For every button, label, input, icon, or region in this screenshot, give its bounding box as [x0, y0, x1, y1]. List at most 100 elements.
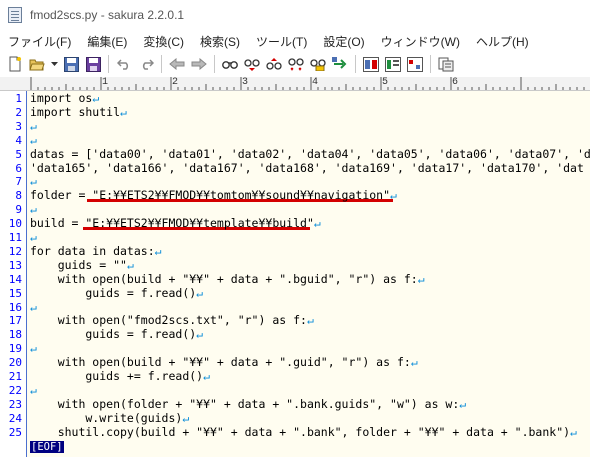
line-number: 23: [8, 397, 22, 411]
line-number: 8: [15, 189, 22, 203]
code-line: for data in datas:↵: [30, 243, 162, 259]
line-number: 25: [8, 425, 22, 439]
redo-icon[interactable]: [137, 55, 155, 73]
save-all-icon[interactable]: [84, 55, 102, 73]
line-number: 15: [8, 286, 22, 300]
jump-icon[interactable]: [331, 55, 349, 73]
toolbar-separator: [161, 55, 162, 73]
title-bar: fmod2scs.py - sakura 2.2.0.1: [0, 0, 590, 30]
toolbar-separator: [355, 55, 356, 73]
newline-mark-icon: ↵: [30, 132, 37, 147]
search-prev-icon[interactable]: [265, 55, 283, 73]
line-number: 18: [8, 328, 22, 342]
code-line: ↵: [30, 382, 37, 398]
menu-convert[interactable]: 変換(C): [135, 33, 192, 50]
line-number: 11: [8, 231, 22, 244]
line-number: 14: [8, 272, 22, 286]
menu-settings[interactable]: 設定(O): [315, 33, 372, 50]
search-icon[interactable]: [221, 55, 239, 73]
line-number: 3: [15, 119, 22, 133]
app-icon: [8, 7, 22, 23]
newline-mark-icon: ↵: [417, 271, 425, 286]
code-line: datas = ['data00', 'data01', 'data02', '…: [30, 146, 590, 162]
code-line: ↵: [30, 202, 37, 217]
newline-mark-icon: ↵: [203, 369, 211, 383]
ruler-label: 2: [172, 77, 179, 88]
code-text: guids += f.read(): [30, 369, 204, 383]
dropdown-arrow-icon[interactable]: [50, 55, 58, 73]
newline-mark-icon: ↵: [30, 230, 37, 244]
code-line: w.write(guids)↵: [30, 410, 189, 426]
line-number: 12: [8, 244, 22, 258]
newline-mark-icon: ↵: [126, 257, 134, 272]
outline-icon[interactable]: [384, 55, 402, 73]
grep-icon[interactable]: [309, 55, 327, 73]
code-line: folder = "E:¥¥ETS2¥¥FMOD¥¥tomtom¥¥sound¥…: [30, 188, 397, 203]
newline-mark-icon: ↵: [120, 104, 127, 119]
newline-mark-icon: ↵: [30, 341, 37, 356]
code-line: import shutil↵: [30, 104, 127, 120]
line-number: 7: [15, 175, 22, 189]
newline-mark-icon: ↵: [390, 188, 397, 203]
newline-mark-icon: ↵: [154, 243, 162, 258]
newline-mark-icon: ↵: [92, 91, 100, 105]
toolbar-separator: [430, 55, 431, 73]
code-text: for data in datas:: [30, 243, 155, 258]
code-line: ↵: [30, 230, 37, 245]
code-line: 'data165', 'data166', 'data167', 'data16…: [30, 161, 584, 176]
toolbar-separator: [214, 55, 215, 73]
eof-marker: [EOF]: [30, 440, 64, 453]
compare-icon[interactable]: [362, 55, 380, 73]
code-text: datas = ['data00', 'data01', 'data02', '…: [30, 146, 590, 161]
line-number: 21: [8, 370, 22, 383]
code-text: with open("fmod2scs.txt", "r") as f:: [30, 313, 307, 328]
ruler-label: 5: [382, 77, 389, 88]
code-line: ↵: [30, 300, 37, 315]
newline-mark-icon: ↵: [313, 216, 321, 231]
menu-search[interactable]: 検索(S): [192, 33, 248, 50]
code-line: build = "E:¥¥ETS2¥¥FMOD¥¥template¥¥build…: [30, 216, 321, 231]
code-line: ↵: [30, 341, 37, 356]
code-text: guids = f.read(): [30, 285, 197, 300]
newline-mark-icon: ↵: [459, 396, 467, 411]
code-text: with open(build + "¥¥" + data + ".bguid"…: [30, 271, 418, 286]
text-editor[interactable]: import os↵ import shutil↵ ↵ ↵ datas = ['data…: [27, 91, 590, 457]
newline-mark-icon: ↵: [30, 382, 37, 397]
bookmark-icon[interactable]: [406, 55, 424, 73]
save-icon[interactable]: [62, 55, 80, 73]
newline-mark-icon: ↵: [30, 202, 37, 217]
column-ruler: 1 2 3 4 5 6: [0, 77, 590, 91]
forward-icon[interactable]: [190, 55, 208, 73]
settings-icon[interactable]: [437, 55, 455, 73]
menu-window[interactable]: ウィンドウ(W): [373, 33, 468, 50]
code-line: guids = f.read()↵: [30, 327, 203, 342]
code-line: with open("fmod2scs.txt", "r") as f:↵: [30, 313, 314, 328]
newline-mark-icon: ↵: [410, 355, 418, 370]
line-number: 9: [15, 203, 22, 217]
line-number: 19: [8, 342, 22, 356]
menu-help[interactable]: ヘルプ(H): [468, 33, 537, 50]
code-line: guids = f.read()↵: [30, 285, 203, 301]
line-number: 6: [15, 161, 22, 175]
newline-mark-icon: ↵: [306, 313, 314, 328]
newline-mark-icon: ↵: [570, 424, 577, 439]
menu-bar: ファイル(F) 編集(E) 変換(C) 検索(S) ツール(T) 設定(O) ウ…: [0, 31, 590, 51]
newline-mark-icon: ↵: [30, 118, 37, 133]
ruler-label: 1: [102, 77, 109, 88]
line-number: 13: [8, 258, 22, 272]
code-text: w.write(guids): [30, 410, 183, 425]
menu-file[interactable]: ファイル(F): [0, 33, 79, 50]
toolbar: [0, 52, 590, 76]
code-line: import os↵: [30, 91, 100, 106]
search-next-icon[interactable]: [243, 55, 261, 73]
open-folder-icon[interactable]: [28, 55, 46, 73]
undo-icon[interactable]: [115, 55, 133, 73]
code-line: with open(build + "¥¥" + data + ".guid",…: [30, 355, 418, 370]
menu-tools[interactable]: ツール(T): [248, 33, 315, 50]
menu-edit[interactable]: 編集(E): [79, 33, 135, 50]
code-text: with open(folder + "¥¥" + data + ".bank.…: [30, 396, 460, 411]
back-icon[interactable]: [168, 55, 186, 73]
new-file-icon[interactable]: [6, 55, 24, 73]
search-replace-icon[interactable]: [287, 55, 305, 73]
code-text: guids = f.read(): [30, 327, 197, 342]
